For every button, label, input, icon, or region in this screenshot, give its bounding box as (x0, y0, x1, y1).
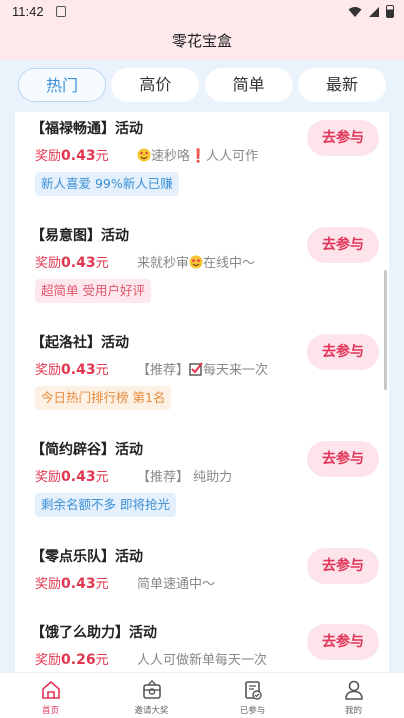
join-button[interactable]: 去参与 (307, 334, 379, 370)
tab-hot[interactable]: 热门 (18, 68, 106, 102)
task-name: 【零点乐队】活动 (31, 549, 143, 565)
task-description: 来就秒审 在线中～ (137, 255, 256, 271)
task-name: 【起洛社】活动 (31, 335, 129, 351)
task-reward: 奖励0.43元 (35, 362, 109, 378)
task-reward: 奖励0.43元 (35, 255, 109, 271)
gift-icon (142, 680, 161, 699)
task-tag: 超简单 受用户好评 (35, 279, 151, 303)
check-box-emoji-icon (189, 362, 203, 376)
task-tag: 今日热门排行榜 第1名 (35, 386, 172, 410)
clipboard-check-icon (244, 681, 262, 700)
nav-profile-label: 我的 (344, 706, 362, 716)
task-description: 简单速通中～ (137, 577, 216, 592)
wifi-icon (348, 6, 362, 17)
scrollbar[interactable] (384, 270, 387, 390)
nav-profile[interactable]: 我的 (303, 673, 404, 718)
status-bar: 11:42 (0, 0, 404, 24)
nav-home-label: 首页 (41, 706, 59, 716)
tab-high-price[interactable]: 高价 (111, 68, 200, 102)
nav-home[interactable]: 首页 (0, 673, 101, 718)
task-name: 【简约辟谷】活动 (31, 442, 143, 458)
tab-newest[interactable]: 最新 (297, 68, 386, 102)
task-name: 【福禄畅通】活动 (31, 121, 143, 137)
nav-joined[interactable]: 已参与 (202, 673, 303, 718)
nav-invite[interactable]: 邀请大奖 (101, 673, 202, 718)
app-title-bar: 零花宝盒 (0, 24, 404, 60)
tab-simple[interactable]: 简单 (204, 68, 293, 102)
heart-eyes-emoji-icon (137, 148, 151, 162)
task-tag: 新人喜爱 99%新人已赚 (35, 172, 179, 196)
task-list[interactable]: 【福禄畅通】活动 奖励0.43元 速秒咯❗人人可作 新人喜爱 99%新人已赚 去… (15, 112, 389, 672)
task-description: 人人可做新单每天一次 (137, 653, 268, 668)
task-description: 【推荐】 纯助力 (137, 470, 233, 485)
join-button[interactable]: 去参与 (307, 624, 379, 660)
system-icons (348, 5, 394, 18)
join-button[interactable]: 去参与 (307, 120, 379, 156)
category-tabs: 热门 高价 简单 最新 (0, 60, 404, 112)
join-button[interactable]: 去参与 (307, 441, 379, 477)
home-icon (41, 680, 60, 699)
task-name: 【饿了么助力】活动 (31, 625, 157, 641)
task-name: 【易意图】活动 (31, 228, 129, 244)
notification-icon (56, 6, 66, 17)
bottom-navigation: 首页 邀请大奖 已参与 我的 (0, 672, 404, 718)
page-title: 零花宝盒 (171, 32, 232, 50)
join-button[interactable]: 去参与 (307, 548, 379, 584)
task-reward: 奖励0.43元 (35, 469, 109, 485)
task-tag: 剩余名额不多 即将抢光 (35, 493, 176, 517)
join-button[interactable]: 去参与 (307, 227, 379, 263)
task-reward: 奖励0.26元 (35, 652, 109, 668)
task-reward: 奖励0.43元 (35, 576, 109, 592)
nav-invite-label: 邀请大奖 (134, 706, 169, 716)
task-description: 【推荐】 每天来一次 (137, 362, 269, 378)
signal-icon (369, 6, 379, 17)
battery-icon (386, 5, 394, 18)
task-description: 速秒咯❗人人可作 (137, 145, 258, 164)
star-eyes-emoji-icon (189, 255, 203, 269)
user-icon (344, 680, 363, 700)
status-time: 11:42 (12, 4, 44, 19)
task-reward: 奖励0.43元 (35, 148, 109, 164)
nav-joined-label: 已参与 (239, 706, 266, 716)
